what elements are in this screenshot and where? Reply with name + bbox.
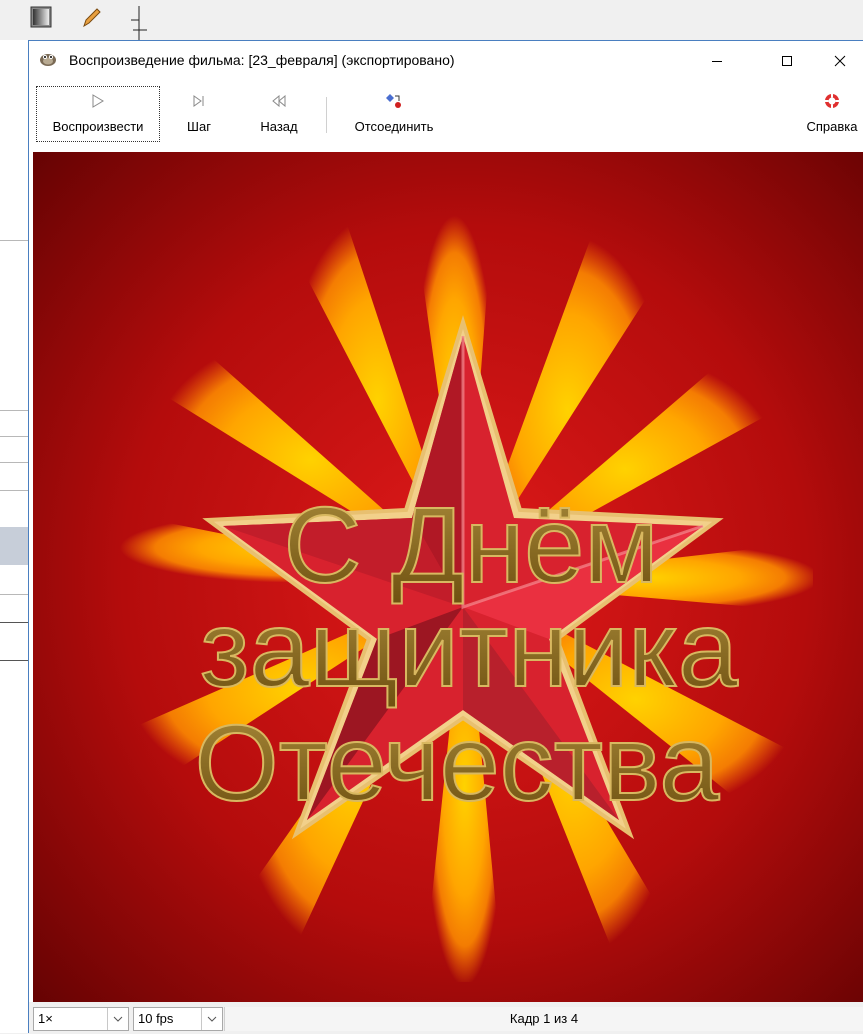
- greeting-line-1: С Днём: [283, 484, 658, 605]
- divider: [0, 660, 28, 661]
- fps-value: 10 fps: [138, 1011, 174, 1026]
- selected-layer-row[interactable]: [0, 527, 28, 565]
- status-bar: 1× 10 fps Кадр 1 из 4: [29, 1002, 863, 1034]
- close-button[interactable]: [817, 41, 863, 81]
- playback-window: Воспроизведение фильма: [23_февраля] (эк…: [28, 40, 863, 1034]
- detach-icon: [384, 91, 404, 111]
- play-icon: [88, 91, 108, 111]
- fps-select[interactable]: 10 fps: [133, 1007, 223, 1031]
- play-button[interactable]: Воспроизвести: [36, 86, 160, 142]
- divider: [0, 436, 28, 437]
- window-title: Воспроизведение фильма: [23_февраля] (эк…: [69, 52, 455, 68]
- greeting-line-3: Отечества: [195, 702, 721, 823]
- divider: [0, 622, 28, 623]
- greeting-line-2: защитника: [200, 588, 739, 709]
- movie-frame-canvas: С Днём защитника Отечества: [33, 152, 863, 1002]
- chevron-down-icon[interactable]: [107, 1008, 128, 1030]
- detach-button[interactable]: Отсоединить: [339, 87, 449, 141]
- step-label: Шаг: [187, 119, 211, 134]
- chevron-down-icon[interactable]: [201, 1008, 222, 1030]
- step-button[interactable]: Шаг: [179, 87, 219, 141]
- lifebuoy-icon: [822, 91, 842, 111]
- detach-label: Отсоединить: [354, 119, 434, 134]
- help-label: Справка: [806, 119, 858, 134]
- ruler-icon: [125, 6, 147, 40]
- play-label: Воспроизвести: [52, 119, 144, 134]
- toolbar-separator: [326, 97, 327, 133]
- maximize-button[interactable]: [764, 41, 810, 81]
- back-button[interactable]: Назад: [251, 87, 307, 141]
- divider: [0, 490, 28, 491]
- playback-toolbar: Воспроизвести Шаг Назад Отсоединить Спра…: [29, 81, 863, 151]
- background-toolbar: [0, 0, 863, 40]
- frame-counter: Кадр 1 из 4: [224, 1007, 863, 1031]
- divider: [0, 240, 28, 241]
- minimize-button[interactable]: [694, 41, 740, 81]
- step-back-icon: [269, 91, 289, 111]
- back-label: Назад: [260, 119, 298, 134]
- help-button[interactable]: Справка: [801, 87, 863, 141]
- gradient-tool-icon[interactable]: [30, 6, 52, 28]
- pencil-tool-icon[interactable]: [80, 6, 102, 28]
- greeting-card-image: С Днём защитника Отечества: [33, 152, 863, 1002]
- step-forward-icon: [189, 91, 209, 111]
- zoom-value: 1×: [38, 1011, 53, 1026]
- divider: [0, 462, 28, 463]
- divider: [0, 594, 28, 595]
- title-bar: Воспроизведение фильма: [23_февраля] (эк…: [29, 41, 863, 81]
- gimp-app-icon: [39, 51, 57, 67]
- divider: [0, 410, 28, 411]
- zoom-select[interactable]: 1×: [33, 1007, 129, 1031]
